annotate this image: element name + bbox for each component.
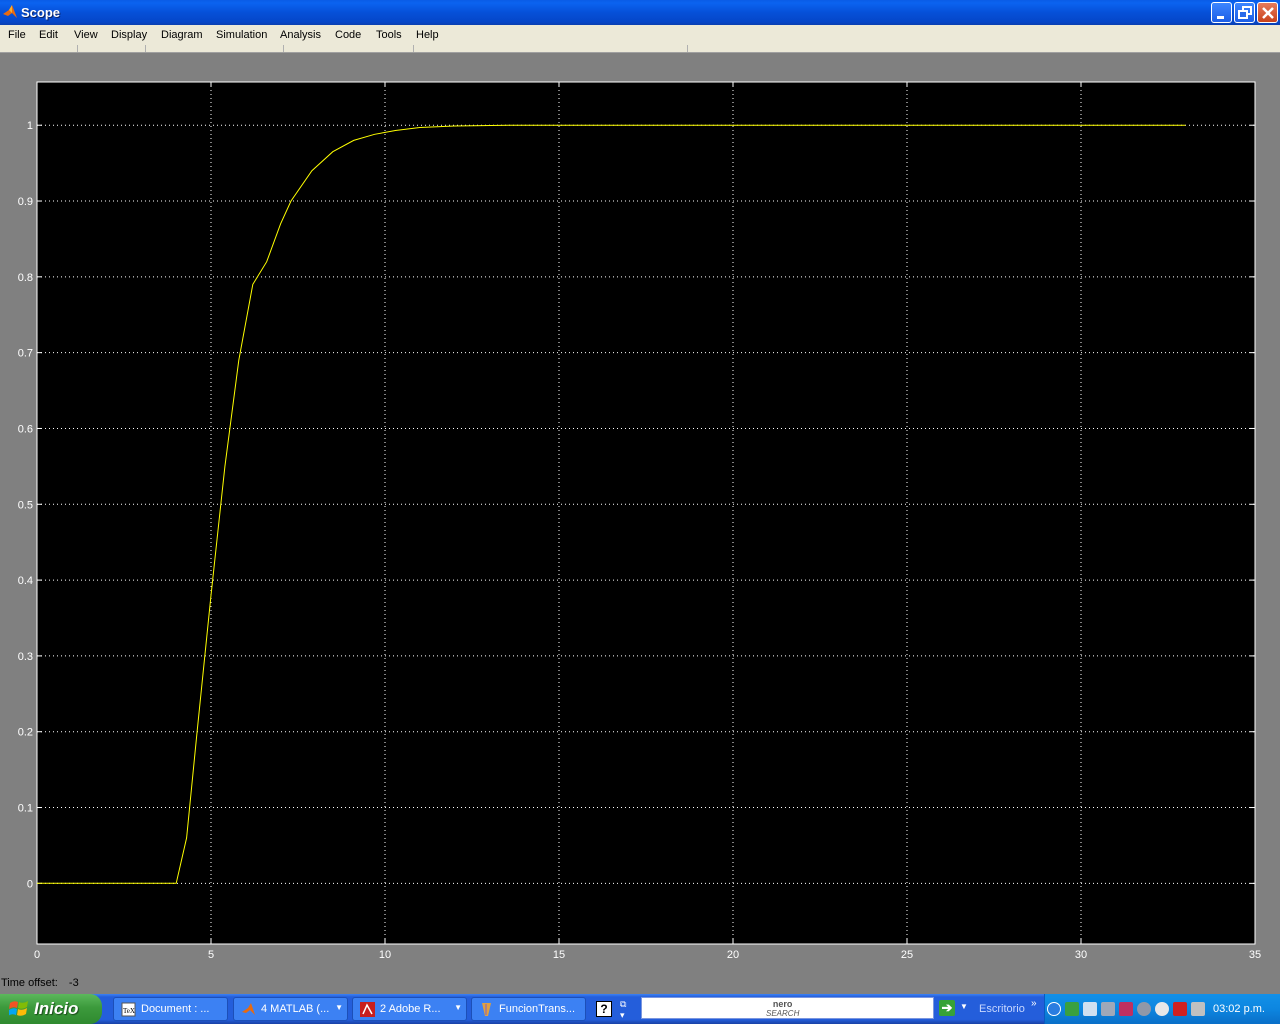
window-title: Scope: [21, 5, 61, 20]
windows-flag-icon: [9, 1001, 28, 1016]
y-tick-label: 0.4: [18, 575, 33, 587]
nero-logo-text: nero: [772, 999, 793, 1009]
menu-code[interactable]: Code: [335, 29, 361, 41]
task-label: FuncionTrans...: [499, 1003, 576, 1015]
clock[interactable]: 03:02 p.m.: [1213, 1003, 1265, 1015]
task-label: 2 Adobe R...: [380, 1003, 441, 1015]
sync-icon[interactable]: [1155, 1002, 1169, 1016]
toolbar-separator: [283, 45, 284, 52]
disk-icon[interactable]: [1137, 1002, 1151, 1016]
nero-search-logo: nero SEARCH: [766, 999, 800, 1019]
y-tick-label: 1: [27, 120, 33, 132]
start-label: Inicio: [34, 999, 79, 1018]
x-tick-label: 20: [727, 949, 739, 961]
volume-icon[interactable]: [1191, 1002, 1205, 1016]
title-bar[interactable]: Scope: [0, 0, 1280, 25]
chevron-right-icon[interactable]: »: [1031, 998, 1037, 1009]
start-button[interactable]: Inicio: [0, 994, 102, 1024]
task-document[interactable]: TeX Document : ...: [113, 997, 228, 1021]
search-input[interactable]: nero SEARCH: [641, 997, 934, 1019]
latex-document-icon: TeX: [121, 1002, 136, 1017]
menu-view[interactable]: View: [74, 29, 98, 41]
task-funciontrans[interactable]: FuncionTrans...: [471, 997, 586, 1021]
menu-display[interactable]: Display: [111, 29, 147, 41]
menu-file[interactable]: File: [8, 29, 26, 41]
adobe-reader-icon: [360, 1002, 375, 1017]
x-tick-label: 15: [553, 949, 565, 961]
menu-help[interactable]: Help: [416, 29, 439, 41]
scope-chart[interactable]: 0 5 10 15 20 25 30 35 0 0.1 0.2 0.3 0.4 0.5 0.6 0.7 0.8 0…: [0, 53, 1280, 977]
minimize-button[interactable]: [1211, 2, 1232, 23]
x-tick-label: 5: [208, 949, 214, 961]
y-tick-label: 0.3: [18, 651, 33, 663]
show-windows-icon[interactable]: ⧉ ▾: [620, 999, 626, 1021]
x-tick-label: 0: [34, 949, 40, 961]
close-icon: [1262, 7, 1274, 19]
toolbar: [0, 45, 1280, 53]
dropdown-arrow-icon: ▼: [454, 1003, 462, 1012]
x-tick-label: 35: [1249, 949, 1261, 961]
y-tick-label: 0.1: [18, 803, 33, 815]
toolbar-separator: [145, 45, 146, 52]
matlab-icon: [242, 1003, 255, 1015]
x-tick-label: 30: [1075, 949, 1087, 961]
dropdown-arrow-icon: ▼: [335, 1003, 343, 1012]
y-tick-label: 0.5: [18, 499, 33, 511]
restore-icon: [1238, 6, 1252, 19]
search-go-button[interactable]: ➔: [939, 1000, 955, 1016]
toolbar-separator: [413, 45, 414, 52]
menu-diagram[interactable]: Diagram: [161, 29, 203, 41]
y-tick-label: 0.9: [18, 196, 33, 208]
matlab-icon: [3, 5, 17, 18]
close-button[interactable]: [1257, 2, 1278, 23]
menu-bar: File Edit View Display Diagram Simulatio…: [0, 25, 1280, 45]
toolbar-separator: [687, 45, 688, 52]
help-icon[interactable]: ?: [596, 1001, 612, 1017]
y-tick-label: 0.2: [18, 727, 33, 739]
security-shield-icon[interactable]: [1173, 1002, 1187, 1016]
y-tick-label: 0: [27, 878, 33, 890]
x-tick-label: 10: [379, 949, 391, 961]
menu-edit[interactable]: Edit: [39, 29, 58, 41]
desktop-toolbar-label[interactable]: Escritorio: [979, 1003, 1025, 1015]
y-tick-label: 0.6: [18, 423, 33, 435]
task-matlab[interactable]: 4 MATLAB (... ▼: [233, 997, 348, 1021]
task-label: 4 MATLAB (...: [261, 1003, 330, 1015]
toolbar-separator: [77, 45, 78, 52]
y-tick-label: 0.7: [18, 348, 33, 360]
taskbar: Inicio TeX Document : ... 4 MATLAB (... …: [0, 994, 1280, 1024]
time-offset: Time offset: -3: [1, 977, 87, 989]
time-offset-value: -3: [68, 977, 79, 989]
nero-logo-subtext: SEARCH: [766, 1009, 800, 1018]
y-tick-label: 0.8: [18, 272, 33, 284]
network-icon[interactable]: [1083, 1002, 1097, 1016]
safely-remove-icon[interactable]: [1101, 1002, 1115, 1016]
time-offset-label: Time offset:: [1, 977, 58, 989]
collapse-tray-icon[interactable]: [1047, 1002, 1061, 1016]
task-adobe-reader[interactable]: 2 Adobe R... ▼: [352, 997, 467, 1021]
search-dropdown-icon[interactable]: ▼: [960, 1002, 968, 1011]
minimize-icon: [1217, 16, 1224, 19]
antivirus-icon[interactable]: [1065, 1002, 1079, 1016]
task-label: Document : ...: [141, 1003, 210, 1015]
scope-plot[interactable]: 0 5 10 15 20 25 30 35 0 0.1 0.2 0.3 0.4 0.5 0.6 0.7 0.8 0…: [0, 53, 1280, 993]
restore-button[interactable]: [1234, 2, 1255, 23]
app-tray-icon[interactable]: [1119, 1002, 1133, 1016]
simulink-model-icon: [482, 1003, 491, 1016]
menu-analysis[interactable]: Analysis: [280, 29, 321, 41]
menu-tools[interactable]: Tools: [376, 29, 402, 41]
x-tick-label: 25: [901, 949, 913, 961]
menu-simulation[interactable]: Simulation: [216, 29, 267, 41]
svg-text:TeX: TeX: [123, 1007, 135, 1015]
